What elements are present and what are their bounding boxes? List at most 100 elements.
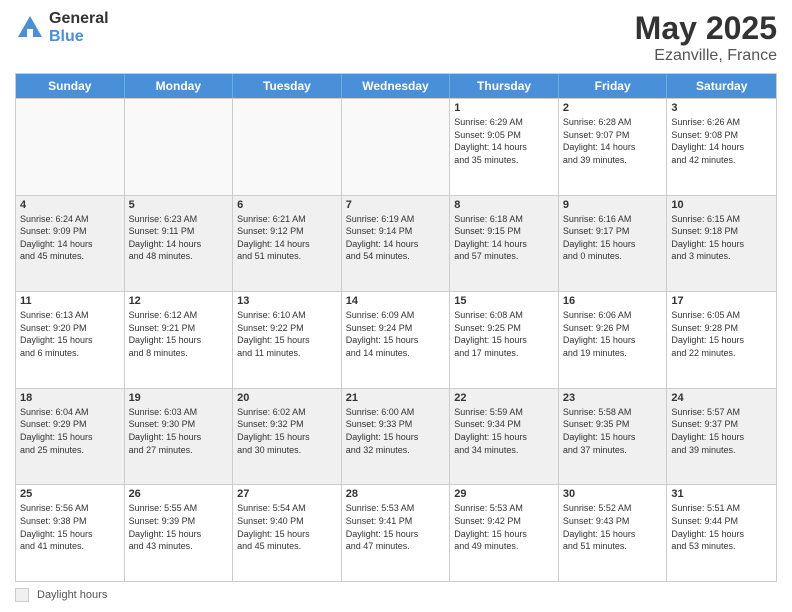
day-number: 14 [346, 295, 446, 307]
calendar: SundayMondayTuesdayWednesdayThursdayFrid… [15, 73, 777, 582]
day-info: Sunrise: 5:59 AM Sunset: 9:34 PM Dayligh… [454, 406, 554, 456]
cal-cell [233, 99, 342, 195]
cal-cell [342, 99, 451, 195]
logo-general: General [49, 10, 109, 28]
day-info: Sunrise: 6:26 AM Sunset: 9:08 PM Dayligh… [671, 116, 772, 166]
cal-cell: 4Sunrise: 6:24 AM Sunset: 9:09 PM Daylig… [16, 196, 125, 292]
day-info: Sunrise: 6:06 AM Sunset: 9:26 PM Dayligh… [563, 309, 663, 359]
cal-cell: 18 Sunrise: 6:04 AM Sunset: 9:29 PM Dayli… [16, 389, 125, 485]
day-number: 17 [671, 295, 772, 307]
day-number: 24 [671, 392, 772, 404]
day-info: Sunrise: 6:08 AM Sunset: 9:25 PM Dayligh… [454, 309, 554, 359]
day-number: 18 [20, 392, 120, 404]
day-info: Sunrise: 6:16 AM Sunset: 9:17 PM Dayligh… [563, 213, 663, 263]
day-info: Sunrise: 6:04 AM Sunset: 9:29 PM Dayligh… [20, 406, 120, 456]
daylight-box [15, 588, 29, 602]
day-info: Sunrise: 6:29 AM Sunset: 9:05 PM Dayligh… [454, 116, 554, 166]
day-info: Sunrise: 6:02 AM Sunset: 9:32 PM Dayligh… [237, 406, 337, 456]
day-info: Sunrise: 6:09 AM Sunset: 9:24 PM Dayligh… [346, 309, 446, 359]
cal-cell: 16 Sunrise: 6:06 AM Sunset: 9:26 PM Dayli… [559, 292, 668, 388]
cal-cell [16, 99, 125, 195]
day-number: 13 [237, 295, 337, 307]
day-info: Sunrise: 5:57 AM Sunset: 9:37 PM Dayligh… [671, 406, 772, 456]
day-info: Sunrise: 6:24 AM Sunset: 9:09 PM Dayligh… [20, 213, 120, 263]
cal-cell: 13 Sunrise: 6:10 AM Sunset: 9:22 PM Dayli… [233, 292, 342, 388]
day-info: Sunrise: 5:52 AM Sunset: 9:43 PM Dayligh… [563, 502, 663, 552]
cal-cell: 25 Sunrise: 5:56 AM Sunset: 9:38 PM Dayli… [16, 485, 125, 581]
day-number: 11 [20, 295, 120, 307]
day-info: Sunrise: 6:18 AM Sunset: 9:15 PM Dayligh… [454, 213, 554, 263]
day-number: 27 [237, 488, 337, 500]
day-number: 28 [346, 488, 446, 500]
day-info: Sunrise: 5:56 AM Sunset: 9:38 PM Dayligh… [20, 502, 120, 552]
logo-text: General Blue [49, 10, 109, 45]
day-number: 12 [129, 295, 229, 307]
cal-cell: 2Sunrise: 6:28 AM Sunset: 9:07 PM Daylig… [559, 99, 668, 195]
day-number: 16 [563, 295, 663, 307]
day-number: 22 [454, 392, 554, 404]
cal-cell: 12 Sunrise: 6:12 AM Sunset: 9:21 PM Dayli… [125, 292, 234, 388]
day-number: 7 [346, 199, 446, 211]
day-number: 25 [20, 488, 120, 500]
cal-cell: 1 Sunrise: 6:29 AM Sunset: 9:05 PM Daylig… [450, 99, 559, 195]
day-number: 29 [454, 488, 554, 500]
day-info: Sunrise: 6:10 AM Sunset: 9:22 PM Dayligh… [237, 309, 337, 359]
day-number: 19 [129, 392, 229, 404]
day-number: 3 [671, 102, 772, 114]
day-info: Sunrise: 6:12 AM Sunset: 9:21 PM Dayligh… [129, 309, 229, 359]
day-number: 26 [129, 488, 229, 500]
day-info: Sunrise: 6:28 AM Sunset: 9:07 PM Dayligh… [563, 116, 663, 166]
cal-cell: 27 Sunrise: 5:54 AM Sunset: 9:40 PM Dayli… [233, 485, 342, 581]
cal-cell: 21 Sunrise: 6:00 AM Sunset: 9:33 PM Dayli… [342, 389, 451, 485]
day-info: Sunrise: 6:05 AM Sunset: 9:28 PM Dayligh… [671, 309, 772, 359]
day-number: 10 [671, 199, 772, 211]
cal-week-5: 25 Sunrise: 5:56 AM Sunset: 9:38 PM Dayli… [16, 484, 776, 581]
day-number: 20 [237, 392, 337, 404]
logo-icon [15, 13, 45, 43]
title-month: May 2025 [635, 10, 777, 47]
daylight-label: Daylight hours [37, 589, 107, 601]
day-info: Sunrise: 6:00 AM Sunset: 9:33 PM Dayligh… [346, 406, 446, 456]
header-day-tuesday: Tuesday [233, 74, 342, 98]
cal-cell: 7 Sunrise: 6:19 AM Sunset: 9:14 PM Daylig… [342, 196, 451, 292]
cal-cell: 10 Sunrise: 6:15 AM Sunset: 9:18 PM Dayli… [667, 196, 776, 292]
cal-cell: 8Sunrise: 6:18 AM Sunset: 9:15 PM Daylig… [450, 196, 559, 292]
day-number: 21 [346, 392, 446, 404]
day-number: 6 [237, 199, 337, 211]
day-info: Sunrise: 6:19 AM Sunset: 9:14 PM Dayligh… [346, 213, 446, 263]
cal-cell: 14 Sunrise: 6:09 AM Sunset: 9:24 PM Dayli… [342, 292, 451, 388]
day-info: Sunrise: 6:21 AM Sunset: 9:12 PM Dayligh… [237, 213, 337, 263]
header-day-sunday: Sunday [16, 74, 125, 98]
day-number: 1 [454, 102, 554, 114]
header-day-monday: Monday [125, 74, 234, 98]
day-number: 9 [563, 199, 663, 211]
day-number: 23 [563, 392, 663, 404]
cal-cell: 9 Sunrise: 6:16 AM Sunset: 9:17 PM Daylig… [559, 196, 668, 292]
cal-cell: 22 Sunrise: 5:59 AM Sunset: 9:34 PM Dayli… [450, 389, 559, 485]
day-number: 30 [563, 488, 663, 500]
cal-week-3: 11 Sunrise: 6:13 AM Sunset: 9:20 PM Dayli… [16, 291, 776, 388]
day-number: 15 [454, 295, 554, 307]
day-info: Sunrise: 5:54 AM Sunset: 9:40 PM Dayligh… [237, 502, 337, 552]
cal-week-1: 1 Sunrise: 6:29 AM Sunset: 9:05 PM Daylig… [16, 98, 776, 195]
cal-week-4: 18 Sunrise: 6:04 AM Sunset: 9:29 PM Dayli… [16, 388, 776, 485]
cal-cell: 26Sunrise: 5:55 AM Sunset: 9:39 PM Dayli… [125, 485, 234, 581]
cal-cell: 29 Sunrise: 5:53 AM Sunset: 9:42 PM Dayli… [450, 485, 559, 581]
cal-cell: 17 Sunrise: 6:05 AM Sunset: 9:28 PM Dayli… [667, 292, 776, 388]
page: General Blue May 2025 Ezanville, France … [0, 0, 792, 612]
title-block: May 2025 Ezanville, France [635, 10, 777, 65]
cal-cell: 6 Sunrise: 6:21 AM Sunset: 9:12 PM Daylig… [233, 196, 342, 292]
day-info: Sunrise: 6:13 AM Sunset: 9:20 PM Dayligh… [20, 309, 120, 359]
cal-cell: 3 Sunrise: 6:26 AM Sunset: 9:08 PM Daylig… [667, 99, 776, 195]
day-info: Sunrise: 5:53 AM Sunset: 9:42 PM Dayligh… [454, 502, 554, 552]
cal-cell: 20 Sunrise: 6:02 AM Sunset: 9:32 PM Dayli… [233, 389, 342, 485]
calendar-body: 1 Sunrise: 6:29 AM Sunset: 9:05 PM Daylig… [16, 98, 776, 581]
title-location: Ezanville, France [635, 47, 777, 65]
day-info: Sunrise: 6:03 AM Sunset: 9:30 PM Dayligh… [129, 406, 229, 456]
cal-cell: 11 Sunrise: 6:13 AM Sunset: 9:20 PM Dayli… [16, 292, 125, 388]
logo: General Blue [15, 10, 109, 45]
cal-cell: 15 Sunrise: 6:08 AM Sunset: 9:25 PM Dayli… [450, 292, 559, 388]
cal-cell: 30 Sunrise: 5:52 AM Sunset: 9:43 PM Dayli… [559, 485, 668, 581]
day-info: Sunrise: 6:23 AM Sunset: 9:11 PM Dayligh… [129, 213, 229, 263]
day-info: Sunrise: 6:15 AM Sunset: 9:18 PM Dayligh… [671, 213, 772, 263]
